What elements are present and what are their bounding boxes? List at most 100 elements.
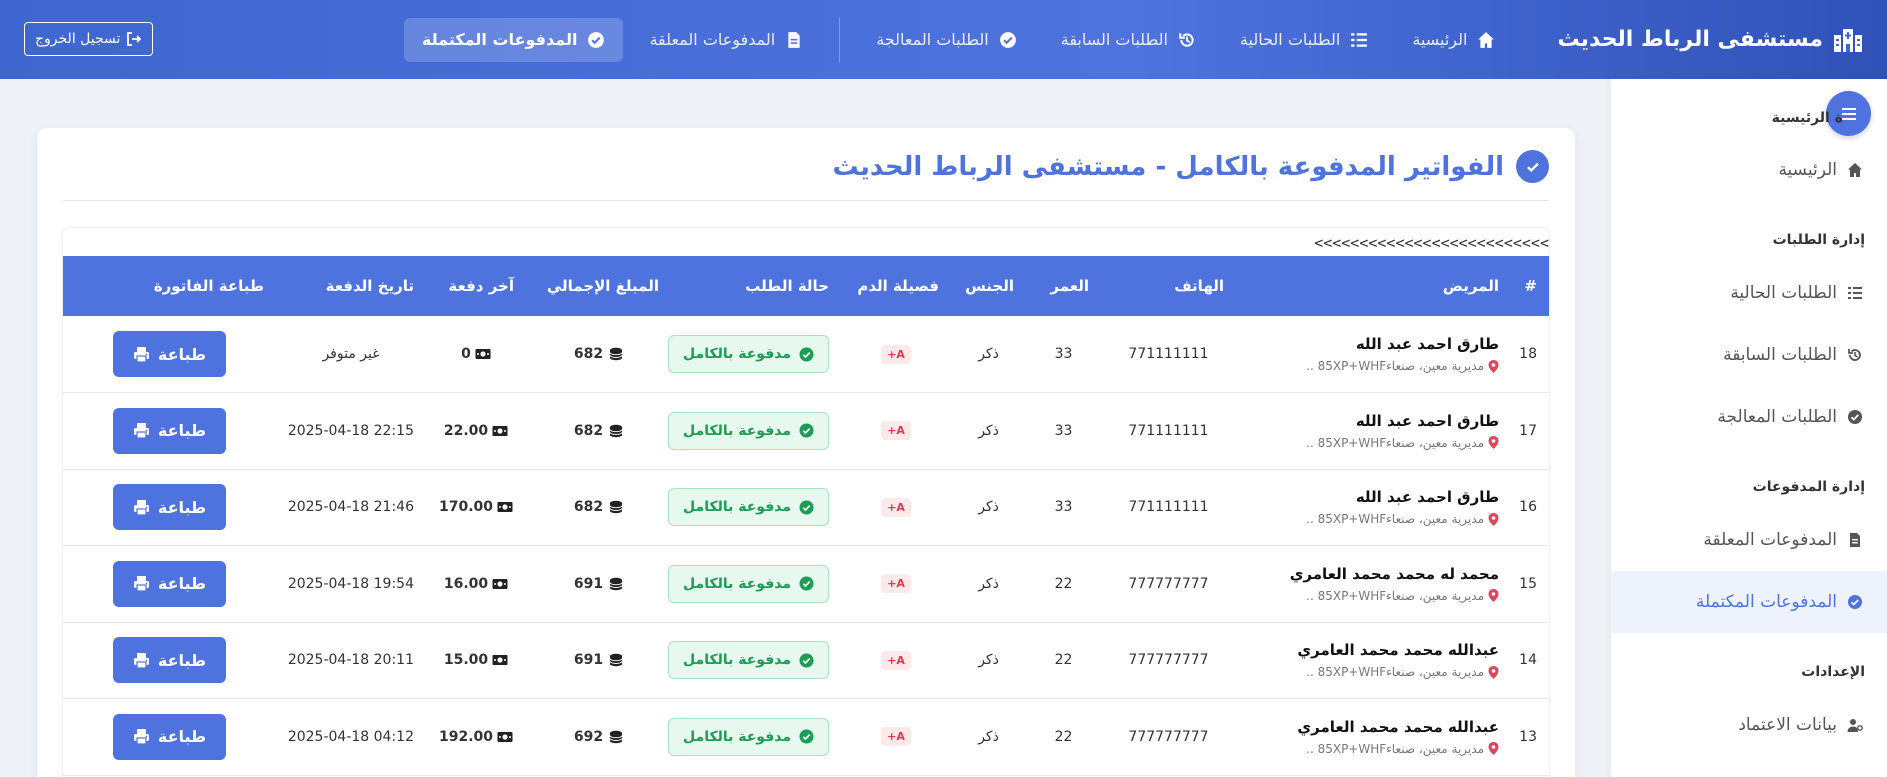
payment-date: 2025-04-18 04:12 [287,728,414,745]
brand-title: مستشفى الرباط الحديث [1557,27,1823,52]
list-icon [1350,31,1368,49]
check-circle-icon [799,423,814,438]
age: 22 [1026,622,1101,699]
last-payment-cell: 15.00 [426,622,526,699]
total-amount: 691 [574,652,623,668]
location-text: مديرية معين، صنعاء85XP+WHF .. [1306,588,1484,603]
column-header: المريض [1236,256,1511,316]
patient-cell: طارق احمد عبد الله مديرية معين، صنعاء85XP… [1236,392,1511,470]
sidebar-item-label: المدفوعات المعلقة [1703,530,1837,550]
check-circle-icon [799,653,814,668]
sidebar-item-home[interactable]: الرئيسية [1611,139,1887,201]
blood-type-badge: A+ [881,727,911,747]
hospital-icon [1834,28,1862,52]
table-row: 17 طارق احمد عبد الله مديرية معين، صنعاء85… [63,392,1549,470]
row-id: 15 [1511,545,1549,623]
status-cell: مدفوعة بالكامل [668,545,841,623]
location-text: مديرية معين، صنعاء85XP+WHF .. [1306,359,1484,373]
coins-icon [607,730,623,744]
sidebar-item-processed-orders[interactable]: الطلبات المعالجة [1611,386,1887,448]
phone: 777777777 [1101,698,1236,776]
phone: 777777777 [1101,545,1236,623]
status-text: مدفوعة بالكامل [683,499,791,516]
gender: ذكر [951,469,1026,546]
column-header: الجنس [951,256,1026,316]
printer-icon [133,422,150,439]
sidebar-item-pending-payments[interactable]: المدفوعات المعلقة [1611,509,1887,571]
coins-icon [607,347,623,361]
age: 33 [1026,316,1101,393]
sidebar-section-settings: الإعدادات [1801,664,1865,680]
print-invoice-button[interactable]: طباعة [113,713,226,760]
table-body: 18 طارق احمد عبد الله مديرية معين، صنعاء85… [63,316,1549,776]
money-bill-icon [492,577,508,591]
nav-item-1[interactable]: الطلبات الحالية [1222,18,1386,62]
blood-type-badge: A+ [881,497,911,517]
check-circle-icon [1848,410,1862,424]
total-value: 691 [573,575,604,592]
scroll-hint: <<<<<<<<<<<<<<<<<<<<<<<<<< [1314,234,1549,252]
home-icon [1477,31,1495,49]
table-container[interactable]: <<<<<<<<<<<<<<<<<<<<<<<<<< # المريض الهاتف… [63,228,1549,777]
payment-date: 2025-04-18 20:11 [287,652,414,669]
row-id: 18 [1511,316,1549,393]
sidebar-item-completed-payments[interactable]: المدفوعات المكتملة [1611,571,1887,633]
last-payment: 192.00 [439,729,513,745]
column-header: # [1511,256,1549,316]
status-text: مدفوعة بالكامل [683,652,791,669]
nav-item-label: الطلبات الحالية [1239,30,1341,49]
status-text: مدفوعة بالكامل [683,575,791,592]
print-cell: طباعة [63,469,276,546]
total-cell: 682 [526,316,671,393]
gender: ذكر [951,545,1026,623]
nav-item-0[interactable]: الرئيسية [1394,18,1513,62]
coins-icon [607,577,623,591]
print-invoice-button[interactable]: طباعة [113,331,226,377]
total-cell: 682 [526,392,671,470]
printer-icon [133,346,150,363]
nav-item-3[interactable]: الطلبات المعالجة [858,18,1035,62]
total-value: 682 [573,422,604,439]
column-header: طباعة الفاتورة [63,256,276,316]
money-bill-icon [497,500,513,514]
check-circle-icon [1848,595,1862,609]
patient-name: عبدالله محمد محمد العامري [1297,717,1499,736]
gender: ذكر [951,622,1026,699]
payment-date-cell: 2025-04-18 22:15 [276,392,426,470]
patient-name: طارق احمد عبد الله [1355,335,1499,353]
logout-button[interactable]: تسجيل الخروج [24,22,154,56]
print-invoice-button[interactable]: طباعة [113,560,226,607]
printer-icon [133,728,150,745]
blood-type-badge: A+ [881,650,911,670]
column-header: تاريخ الدفعة [276,256,426,316]
status-badge: مدفوعة بالكامل [668,411,829,450]
nav-item-5[interactable]: المدفوعات المكتملة [403,17,624,62]
sidebar-item-current-orders[interactable]: الطلبات الحالية [1611,262,1887,324]
last-payment-value: 0 [461,346,471,362]
nav-item-2[interactable]: الطلبات السابقة [1043,18,1214,62]
print-invoice-button[interactable]: طباعة [113,407,226,454]
nav-menu: الرئيسية الطلبات الحالية الطلبات السابقة ال… [403,16,1514,63]
money-bill-icon [492,653,508,667]
nav-item-label: المدفوعات المعلقة [649,30,776,49]
top-navbar: مستشفى الرباط الحديث الرئيسية الطلبات الح… [0,0,1887,79]
sign-out-icon [127,32,142,46]
sidebar-item-label: بيانات الاعتماد [1738,715,1837,735]
print-label: طباعة [157,421,207,441]
sidebar-item-label: الطلبات الحالية [1730,283,1837,303]
brand[interactable]: مستشفى الرباط الحديث [1557,27,1863,53]
logout-label: تسجيل الخروج [35,31,121,47]
print-invoice-button[interactable]: طباعة [113,484,226,531]
sidebar-item-label: الرئيسية [1778,160,1837,180]
status-badge: مدفوعة بالكامل [668,488,829,527]
history-icon [1178,31,1196,49]
check-circle-icon [587,31,605,49]
home-icon [1848,163,1862,177]
gender: ذكر [951,698,1026,776]
nav-item-4[interactable]: المدفوعات المعلقة [631,18,821,62]
print-invoice-button[interactable]: طباعة [113,637,226,684]
sidebar-item-credentials[interactable]: بيانات الاعتماد [1611,694,1887,756]
payment-date-cell: 2025-04-18 21:46 [276,469,426,546]
sidebar-item-previous-orders[interactable]: الطلبات السابقة [1611,324,1887,386]
row-id: 13 [1511,698,1549,776]
